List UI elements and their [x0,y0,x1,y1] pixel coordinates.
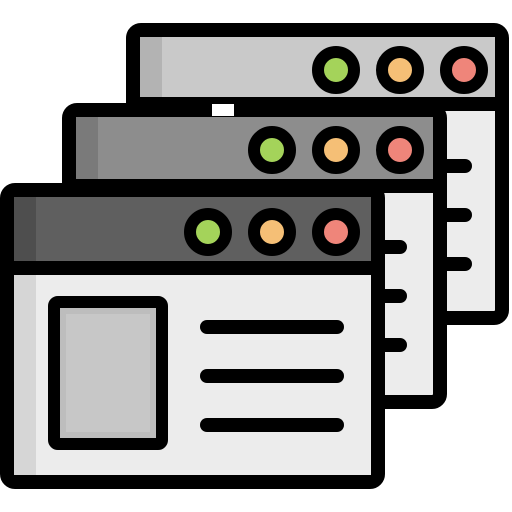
back-window-yellow-dot [376,46,424,94]
back-window-green-dot [312,46,360,94]
front-window-content-shade [14,272,36,475]
front-window-green-dot [184,208,232,256]
back-window-titlebar-shade [140,37,162,101]
middle-window-yellow-dot [312,126,360,174]
middle-window-red-dot [376,126,424,174]
front-window [0,183,385,489]
front-window-titlebar-shade [14,197,36,263]
image-placeholder-inner [66,314,150,432]
front-window-yellow-dot [248,208,296,256]
middle-window-titlebar-shade [76,117,98,183]
middle-window-border-gap [212,104,234,116]
front-window-red-dot [312,208,360,256]
middle-window-green-dot [248,126,296,174]
stacked-windows-icon [0,0,512,512]
back-window-red-dot [440,46,488,94]
